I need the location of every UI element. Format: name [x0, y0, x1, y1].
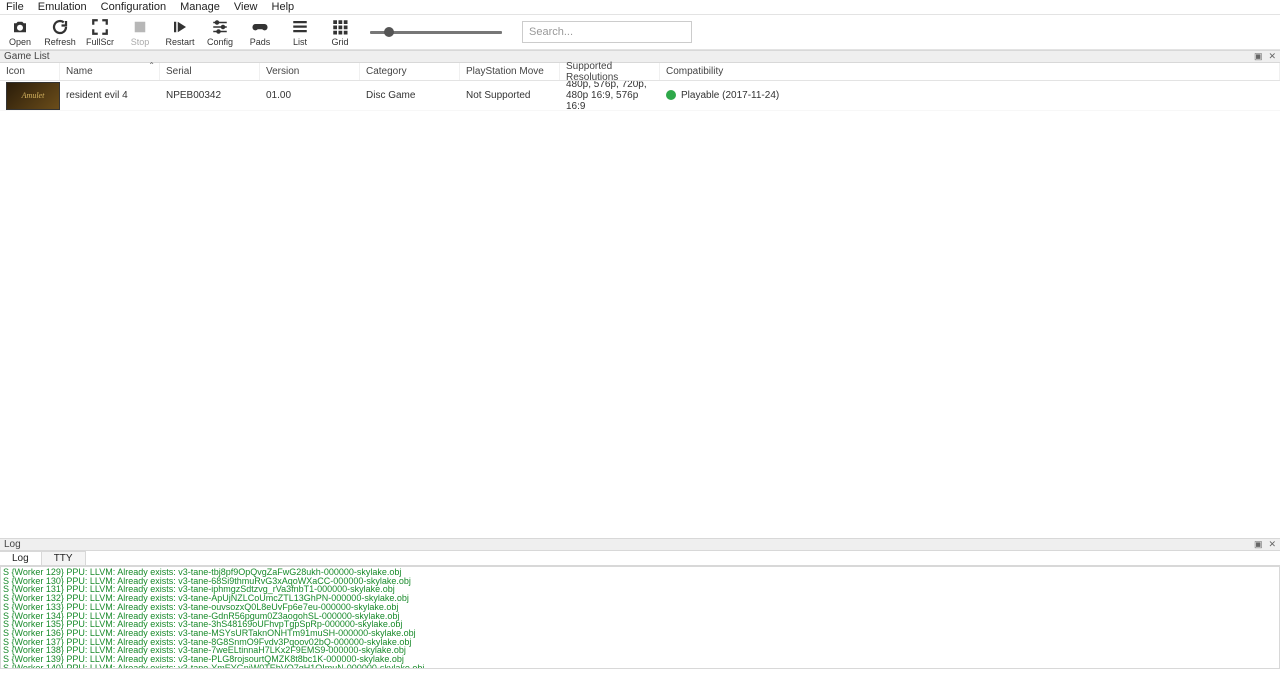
sort-indicator-icon: ⌃ [148, 61, 155, 70]
restart-button[interactable]: Restart [162, 16, 198, 49]
game-list-area: Amulet resident evil 4 NPEB00342 01.00 D… [0, 81, 1280, 538]
sliders-icon [211, 18, 229, 36]
log-float-button[interactable]: ▣ [1254, 539, 1263, 550]
log-output[interactable]: S {Worker 129} PPU: LLVM: Already exists… [0, 566, 1280, 669]
menu-file[interactable]: File [6, 1, 24, 13]
grid-icon [331, 18, 349, 36]
menu-configuration[interactable]: Configuration [101, 1, 166, 13]
fullscreen-icon [91, 18, 109, 36]
search-placeholder: Search... [529, 26, 573, 38]
col-name[interactable]: Name⌃ [60, 63, 160, 80]
fullscreen-button[interactable]: FullScr [82, 16, 118, 49]
tab-log[interactable]: Log [0, 551, 42, 565]
stop-icon [131, 18, 149, 36]
status-dot-icon [666, 90, 676, 100]
fullscreen-label: FullScr [86, 37, 114, 47]
toolbar: Open Refresh FullScr Stop Restart Config… [0, 15, 1280, 50]
cell-resolutions: 480p, 576p, 720p, 480p 16:9, 576p 16:9 [560, 81, 660, 112]
log-tabs: Log TTY [0, 551, 1280, 566]
menubar: File Emulation Configuration Manage View… [0, 0, 1280, 15]
cell-compatibility: Playable (2017-11-24) [660, 90, 1280, 101]
grid-button[interactable]: Grid [322, 16, 358, 49]
col-compatibility[interactable]: Compatibility [660, 63, 1280, 80]
pads-button[interactable]: Pads [242, 16, 278, 49]
config-label: Config [207, 37, 233, 47]
table-row[interactable]: Amulet resident evil 4 NPEB00342 01.00 D… [0, 81, 1280, 111]
cell-category: Disc Game [360, 90, 460, 101]
column-header-row: Icon Name⌃ Serial Version Category PlayS… [0, 63, 1280, 81]
refresh-icon [51, 18, 69, 36]
open-label: Open [9, 37, 31, 47]
game-thumbnail: Amulet [6, 82, 60, 110]
list-icon [291, 18, 309, 36]
log-panel-header: Log ▣ ✕ [0, 538, 1280, 551]
menu-manage[interactable]: Manage [180, 1, 220, 13]
list-label: List [293, 37, 307, 47]
col-move[interactable]: PlayStation Move [460, 63, 560, 80]
slider-thumb[interactable] [384, 27, 394, 37]
restart-icon [171, 18, 189, 36]
col-resolutions[interactable]: Supported Resolutions [560, 63, 660, 80]
tab-tty[interactable]: TTY [42, 551, 86, 565]
pads-label: Pads [250, 37, 271, 47]
list-button[interactable]: List [282, 16, 318, 49]
icon-size-slider[interactable] [370, 31, 502, 34]
menu-emulation[interactable]: Emulation [38, 1, 87, 13]
col-serial[interactable]: Serial [160, 63, 260, 80]
log-title: Log [4, 539, 21, 550]
refresh-label: Refresh [44, 37, 76, 47]
cell-move: Not Supported [460, 90, 560, 101]
col-version[interactable]: Version [260, 63, 360, 80]
search-input[interactable]: Search... [522, 21, 692, 43]
cell-serial: NPEB00342 [160, 90, 260, 101]
panel-float-button[interactable]: ▣ [1254, 51, 1263, 62]
menu-help[interactable]: Help [272, 1, 295, 13]
camera-icon [11, 18, 29, 36]
log-line: S {Worker 140} PPU: LLVM: Already exists… [3, 664, 1277, 669]
stop-button: Stop [122, 16, 158, 49]
game-list-title: Game List [4, 51, 50, 62]
config-button[interactable]: Config [202, 16, 238, 49]
gamepad-icon [251, 18, 269, 36]
restart-label: Restart [165, 37, 194, 47]
cell-version: 01.00 [260, 90, 360, 101]
col-category[interactable]: Category [360, 63, 460, 80]
log-close-button[interactable]: ✕ [1268, 539, 1276, 550]
open-button[interactable]: Open [2, 16, 38, 49]
cell-name: resident evil 4 [60, 90, 160, 101]
grid-label: Grid [331, 37, 348, 47]
refresh-button[interactable]: Refresh [42, 16, 78, 49]
menu-view[interactable]: View [234, 1, 258, 13]
col-icon[interactable]: Icon [0, 63, 60, 80]
stop-label: Stop [131, 37, 150, 47]
panel-close-button[interactable]: ✕ [1268, 51, 1276, 62]
